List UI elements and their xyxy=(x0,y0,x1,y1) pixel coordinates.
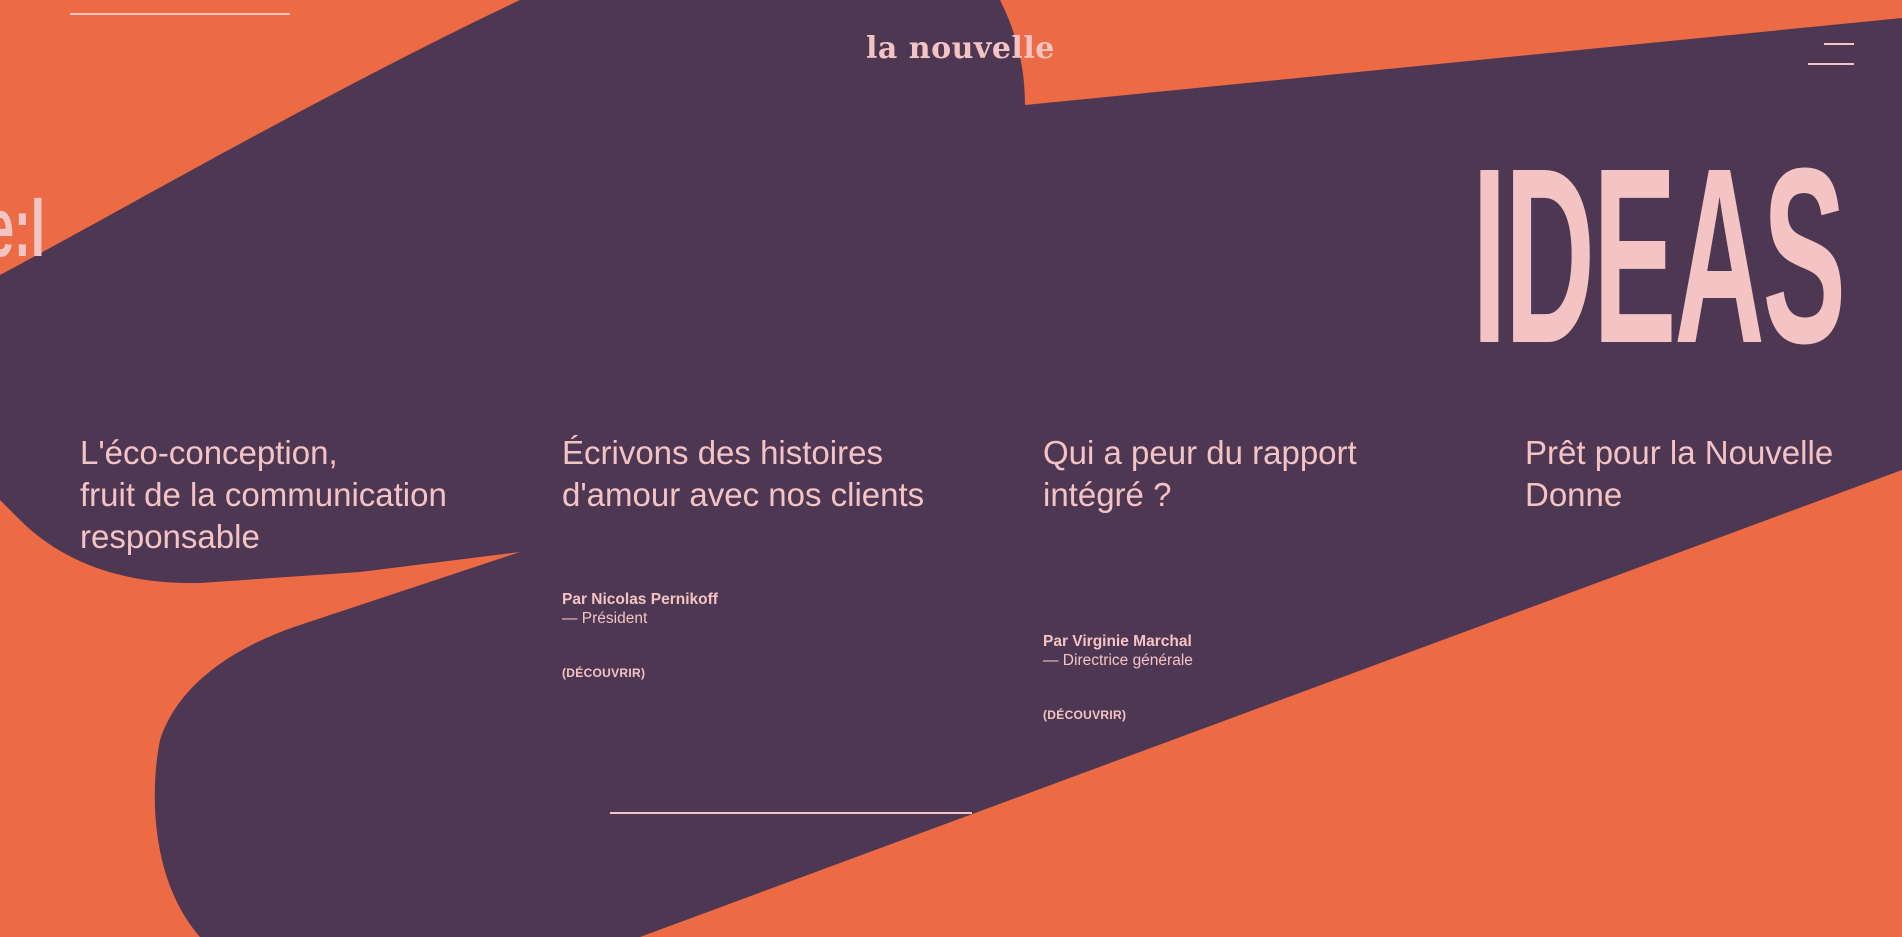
article-title[interactable]: Écrivons des histoires d'amour avec nos … xyxy=(562,432,1002,516)
article-author-role: — Directrice générale xyxy=(1043,652,1193,669)
article-title[interactable]: Qui a peur du rapport intégré ? xyxy=(1043,432,1483,516)
article-card[interactable]: Prêt pour la Nouvelle Donne xyxy=(1525,432,1902,516)
article-author: Par Nicolas Pernikoff xyxy=(562,591,718,608)
article-card[interactable]: Écrivons des histoires d'amour avec nos … xyxy=(562,432,1002,680)
article-title[interactable]: Prêt pour la Nouvelle Donne xyxy=(1525,432,1902,516)
article-meta: Par Nicolas Pernikoff — Président xyxy=(562,590,718,628)
scrolling-ghost-text: e:I xyxy=(0,180,45,274)
article-title[interactable]: L'éco-conception, fruit de la communicat… xyxy=(80,432,520,558)
article-card[interactable]: Qui a peur du rapport intégré ? Par Virg… xyxy=(1043,432,1483,722)
article-meta: Par Virginie Marchal — Directrice généra… xyxy=(1043,632,1193,670)
ideas-heading: IDEAS xyxy=(1472,116,1846,395)
article-card[interactable]: L'éco-conception, fruit de la communicat… xyxy=(80,432,520,558)
discover-link[interactable]: (DÉCOUVRIR) xyxy=(1043,708,1126,722)
site-logo[interactable]: la nouvelle xyxy=(866,34,1055,64)
discover-link[interactable]: (DÉCOUVRIR) xyxy=(562,666,645,680)
menu-line-top xyxy=(1824,43,1854,45)
top-left-divider xyxy=(70,13,290,15)
carousel-progress-line xyxy=(610,812,972,814)
hamburger-menu-icon[interactable] xyxy=(1808,43,1854,67)
article-author-role: — Président xyxy=(562,610,648,627)
menu-line-bottom xyxy=(1808,63,1854,65)
article-author: Par Virginie Marchal xyxy=(1043,633,1192,650)
